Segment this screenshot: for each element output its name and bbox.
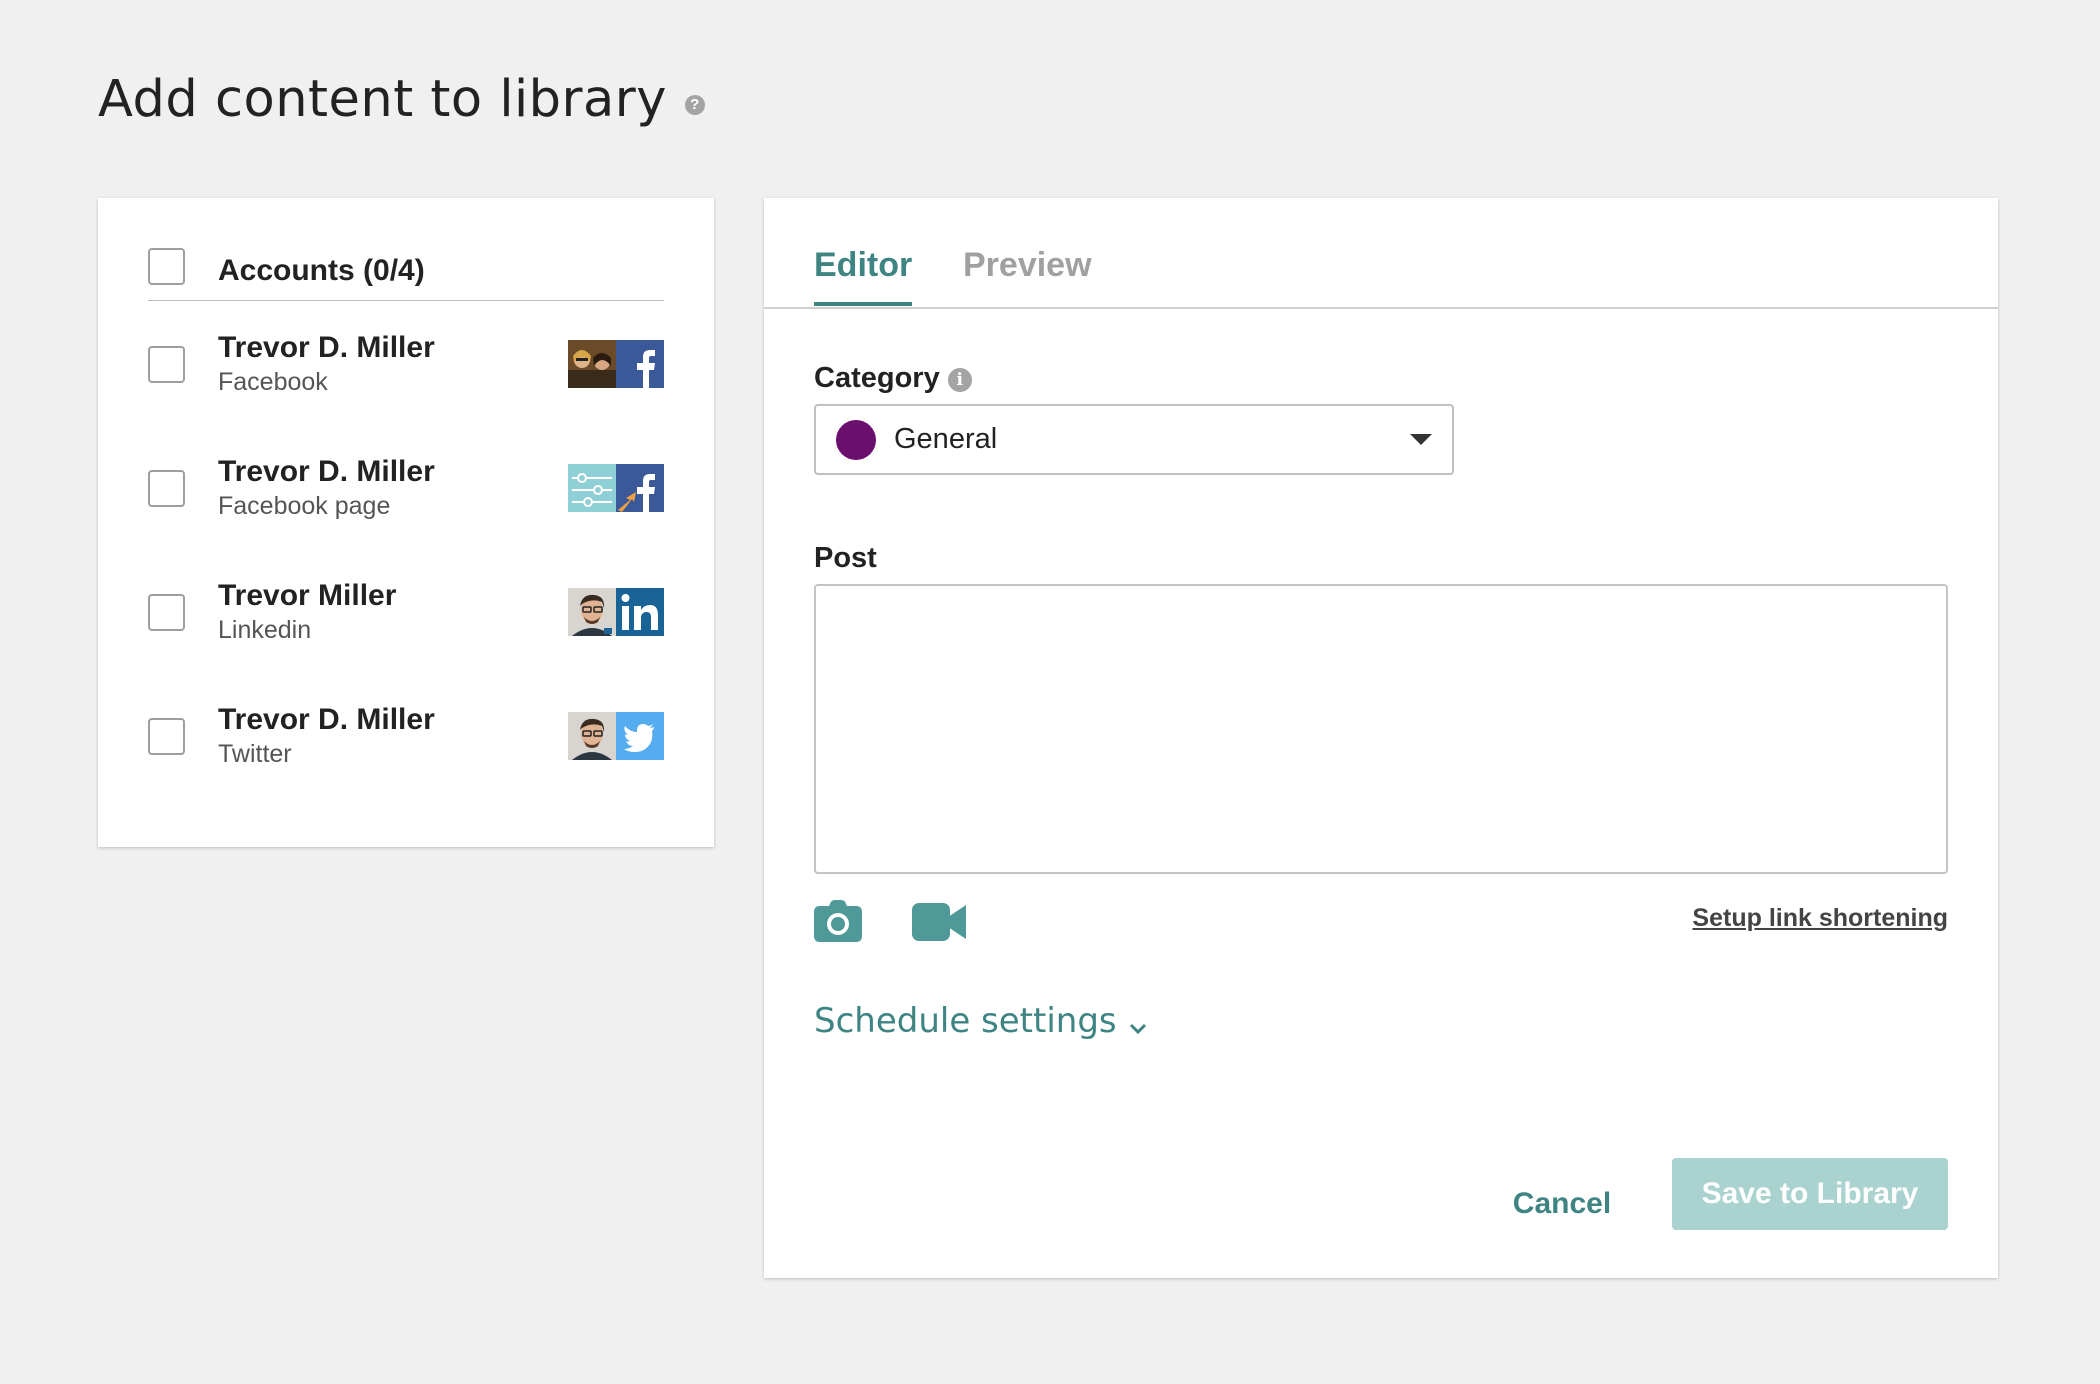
account-row[interactable]: Trevor D. Miller Twitter [148, 696, 664, 776]
accounts-header-label: Accounts (0/4) [218, 254, 425, 287]
category-label: Category i [814, 362, 972, 395]
caret-down-icon [1410, 434, 1432, 445]
category-selected-value: General [894, 423, 998, 455]
account-checkbox[interactable] [148, 717, 185, 755]
account-type: Linkedin [218, 616, 312, 644]
setup-link-shortening-link[interactable]: Setup link shortening [1692, 904, 1948, 933]
account-row[interactable]: Trevor D. Miller Facebook page [148, 448, 664, 528]
schedule-settings-label: Schedule settings [814, 1001, 1117, 1041]
page-title-text: Add content to library [98, 70, 667, 129]
group-photo-avatar [568, 340, 616, 388]
schedule-settings-toggle[interactable]: Schedule settings [814, 998, 1147, 1044]
tab-preview[interactable]: Preview [963, 246, 1092, 285]
help-icon[interactable]: ? [684, 94, 705, 115]
account-row[interactable]: Trevor D. Miller Facebook [148, 324, 664, 404]
account-name: Trevor Miller [218, 579, 397, 612]
active-tab-indicator [814, 302, 912, 306]
account-type: Facebook page [218, 492, 391, 520]
account-checkbox[interactable] [148, 593, 185, 631]
save-to-library-button[interactable]: Save to Library [1672, 1158, 1948, 1230]
account-name: Trevor D. Miller [218, 455, 435, 488]
account-type: Facebook [218, 368, 328, 396]
page-title: Add content to library ? [98, 70, 705, 129]
facebook-icon [616, 340, 664, 388]
info-icon[interactable]: i [947, 368, 972, 392]
facebook-icon [616, 464, 664, 512]
category-select[interactable]: General [814, 404, 1454, 475]
account-type: Twitter [218, 740, 292, 768]
person-avatar [568, 712, 616, 760]
editor-tabs: Editor Preview [764, 198, 1998, 309]
tab-editor[interactable]: Editor [814, 246, 912, 285]
video-camera-icon[interactable] [912, 903, 966, 946]
account-row[interactable]: Trevor Miller Linkedin [148, 572, 664, 652]
post-textarea[interactable] [814, 584, 1948, 874]
accounts-panel: Accounts (0/4) Trevor D. Miller Facebook [98, 198, 714, 847]
select-all-accounts-checkbox[interactable] [148, 248, 185, 285]
page-logo-avatar [568, 464, 616, 512]
post-label: Post [814, 542, 877, 574]
category-color-dot [836, 419, 876, 460]
camera-icon[interactable] [814, 900, 862, 947]
chevron-down-icon [1129, 1004, 1147, 1044]
editor-panel: Editor Preview Category i General Post Se… [764, 198, 1998, 1278]
account-name: Trevor D. Miller [218, 703, 435, 736]
person-avatar [568, 588, 616, 636]
category-label-text: Category [814, 362, 940, 394]
linkedin-icon [616, 588, 664, 636]
cancel-button[interactable]: Cancel [1482, 1176, 1642, 1232]
account-checkbox[interactable] [148, 345, 185, 383]
account-checkbox[interactable] [148, 469, 185, 507]
twitter-icon [616, 712, 664, 760]
accounts-header: Accounts (0/4) [148, 248, 664, 301]
account-name: Trevor D. Miller [218, 331, 435, 364]
